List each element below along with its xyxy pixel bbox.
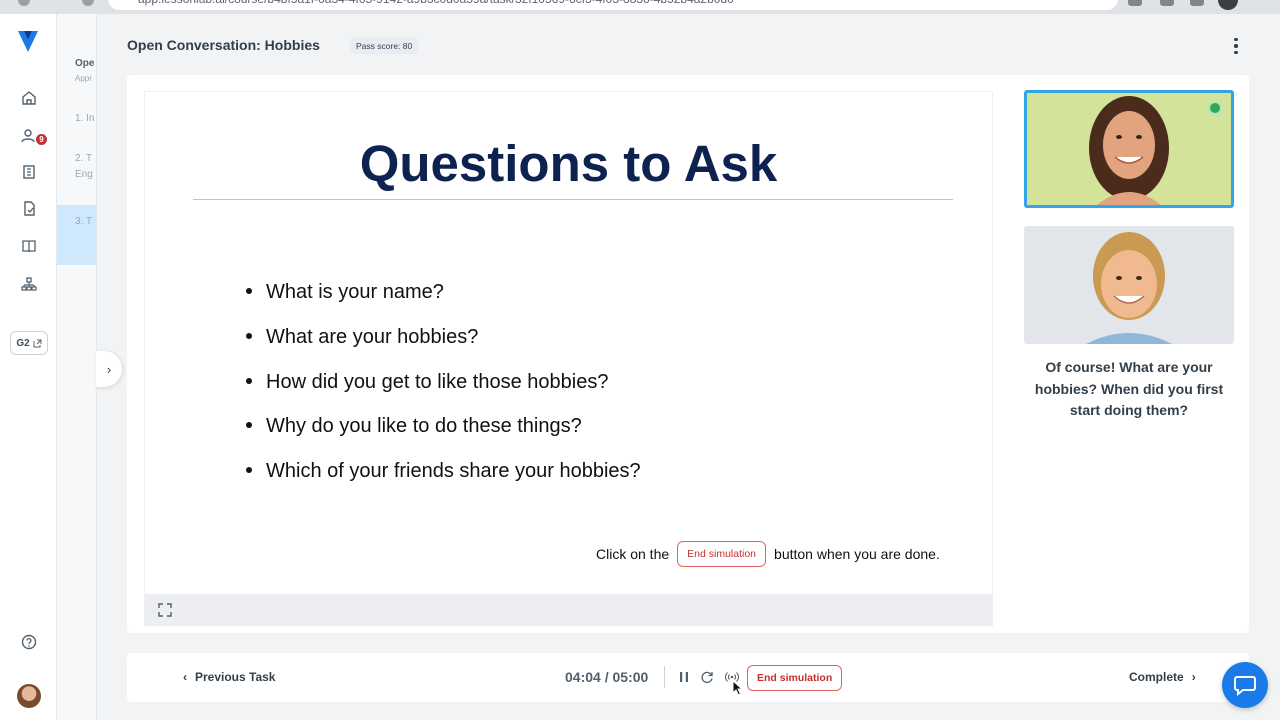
task-panel-title: Ope [75,58,95,69]
active-task-highlight [57,205,96,265]
previous-task-label: Previous Task [195,670,276,684]
complete-label: Complete [1129,670,1184,684]
left-nav-rail [0,14,57,720]
list-item: What are your hobbies? [246,326,478,349]
complete-button[interactable]: Complete › [1129,670,1196,684]
chevron-left-icon: ‹ [183,670,187,684]
active-speaker-indicator [1208,101,1222,115]
end-simulation-button[interactable]: End simulation [747,665,843,691]
task-item-2[interactable]: 2. T [75,153,92,164]
g2-review-link[interactable]: G2 [10,331,48,355]
divider [664,666,665,688]
reload-icon[interactable] [82,0,94,6]
org-chart-icon[interactable] [20,275,38,293]
expand-panel-button[interactable]: › [96,351,122,387]
home-icon[interactable] [20,89,38,107]
instruction-text-after: button when you are done. [774,546,940,562]
building-icon[interactable] [20,163,38,181]
g2-label: G2 [16,337,30,349]
user-avatar[interactable] [17,684,41,708]
slide-title: Questions to Ask [359,135,778,192]
slide-divider [193,199,953,200]
app-logo-icon[interactable] [16,28,40,54]
browser-toolbar: app.lessonlab.ai/course/b4bf5a1f-0a34-4f… [0,0,1280,14]
list-item: What is your name? [246,281,444,304]
users-icon[interactable] [20,127,38,145]
user-video-tile [1024,90,1234,208]
back-icon[interactable] [18,0,30,6]
pass-score-badge: Pass score: 80 [350,37,419,54]
chevron-right-icon: › [1191,670,1196,684]
notification-badge: 9 [36,134,47,145]
help-icon[interactable] [20,633,38,651]
browser-profile-avatar[interactable] [1218,0,1238,10]
avatar-caption: Of course! What are your hobbies? When d… [1034,359,1224,418]
task-item-1[interactable]: 1. In [75,113,94,124]
task-list-panel: Ope Appr 1. In 2. T Eng 3. T [57,14,97,720]
instruction-text-before: Click on the [596,546,670,562]
avatar-video-tile [1024,226,1234,344]
chat-bubble-icon [1234,676,1256,696]
list-item: Which of your friends share your hobbies… [246,460,641,483]
avatar-video-image [1024,226,1234,344]
sidepanel-icon[interactable] [1190,0,1204,6]
chevron-right-icon: › [106,361,112,377]
user-video-image [1027,93,1231,205]
chat-support-button[interactable] [1222,662,1268,708]
document-check-icon[interactable] [20,200,38,218]
list-item: Why do you like to do these things? [246,415,582,438]
simulation-timer: 04:04 / 05:00 [565,669,649,685]
pause-icon[interactable] [677,670,691,684]
book-icon[interactable] [20,237,38,255]
page-title: Open Conversation: Hobbies [127,37,320,53]
task-item-3[interactable]: 3. T [75,216,92,227]
fullscreen-icon[interactable] [157,602,173,618]
slide-toolbar [144,595,993,626]
address-bar[interactable]: app.lessonlab.ai/course/b4bf5a1f-0a34-4f… [108,0,1118,10]
end-instruction: Click on the End simulation button when … [596,541,940,567]
previous-task-button[interactable]: ‹ Previous Task [183,670,275,684]
end-simulation-chip: End simulation [677,541,767,567]
mouse-cursor-icon [732,680,744,696]
more-options-icon[interactable] [1228,36,1244,56]
extensions-puzzle-icon[interactable] [1160,0,1174,6]
external-link-icon [33,339,42,347]
extension-icon[interactable] [1128,0,1142,6]
list-item: How did you get to like those hobbies? [246,371,608,394]
task-panel-subtitle: Appr [75,74,92,83]
task-item-2-line2: Eng [75,169,93,180]
restart-icon[interactable] [700,670,714,684]
